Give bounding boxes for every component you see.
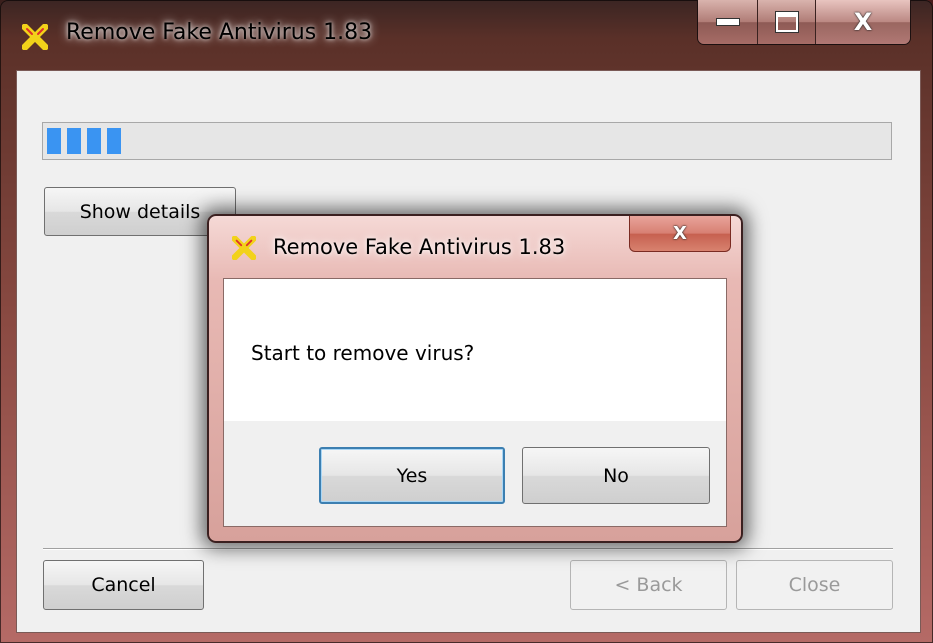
footer-separator [43, 548, 893, 550]
dialog-body: Start to remove virus? Yes No [223, 278, 727, 527]
yes-button[interactable]: Yes [319, 447, 505, 504]
back-button[interactable]: < Back [570, 560, 727, 610]
dialog-close-button[interactable]: X [629, 216, 731, 252]
caption-buttons: X [697, 0, 911, 45]
close-icon: X [853, 8, 873, 36]
dialog-title: Remove Fake Antivirus 1.83 [273, 235, 566, 259]
window-close-button[interactable]: X [816, 0, 910, 44]
no-button[interactable]: No [522, 447, 710, 504]
progress-segment [47, 128, 61, 154]
close-icon: X [673, 223, 687, 244]
progress-segment [107, 128, 121, 154]
dialog-message: Start to remove virus? [251, 341, 475, 365]
minimize-button[interactable] [698, 0, 758, 44]
window-title: Remove Fake Antivirus 1.83 [66, 20, 373, 45]
main-titlebar[interactable]: Remove Fake Antivirus 1.83 X [0, 0, 933, 70]
confirm-dialog: Remove Fake Antivirus 1.83 X Start to re… [207, 214, 743, 543]
maximize-button[interactable] [758, 0, 816, 44]
progress-bar [42, 122, 892, 160]
dialog-message-area: Start to remove virus? [224, 279, 726, 421]
progress-segment [87, 128, 101, 154]
app-icon [21, 23, 49, 51]
progress-fill [47, 128, 121, 154]
maximize-icon [775, 12, 798, 32]
progress-segment [67, 128, 81, 154]
close-button[interactable]: Close [736, 560, 893, 610]
minimize-icon [715, 18, 740, 26]
cancel-button[interactable]: Cancel [43, 560, 204, 610]
dialog-app-icon [231, 235, 257, 261]
